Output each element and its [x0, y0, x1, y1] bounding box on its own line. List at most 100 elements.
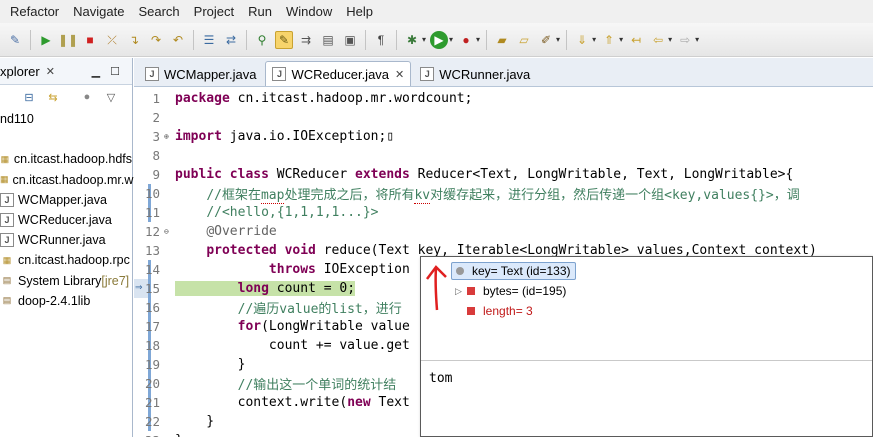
run-icon[interactable]: ▶ — [430, 30, 449, 49]
pilcrow-icon[interactable]: ¶ — [372, 31, 390, 49]
previous-annotation-icon[interactable]: ⇑ — [600, 31, 618, 49]
line-number: 22 — [144, 414, 160, 429]
link-with-editor-icon[interactable]: ⇆ — [46, 90, 60, 104]
menu-item-help[interactable]: Help — [346, 4, 373, 19]
code-line[interactable]: 12 ⊖ @Override — [134, 222, 873, 241]
toggle-view-icon[interactable]: ▣ — [341, 31, 359, 49]
forward-dropdown-icon[interactable]: ▾ — [695, 35, 699, 44]
variable-label: key= Text (id=133) — [472, 264, 571, 278]
code-text: package cn.itcast.hadoop.mr.wordcount; — [175, 91, 473, 106]
external-tools-dropdown-icon[interactable]: ▾ — [476, 35, 480, 44]
popup-detail-pane: tom — [429, 371, 453, 386]
tree-item[interactable] — [0, 129, 132, 149]
close-icon[interactable]: ✕ — [395, 68, 404, 81]
line-number: 21 — [144, 395, 160, 410]
minimize-icon[interactable]: ▁ — [92, 65, 100, 78]
new-package-icon[interactable]: ▰ — [493, 31, 511, 49]
view-menu-icon[interactable]: ● — [80, 90, 94, 104]
external-tools-icon[interactable]: ● — [457, 31, 475, 49]
next-annotation-dropdown-icon[interactable]: ▾ — [592, 35, 596, 44]
disconnect-icon[interactable]: ⤫ — [103, 31, 121, 49]
chevron-down-icon[interactable]: ▽ — [104, 90, 118, 104]
code-line[interactable]: 9 public class WCReducer extends Reducer<… — [134, 165, 873, 184]
step-return-icon[interactable]: ↶ — [169, 31, 187, 49]
debug-step-icon[interactable]: ✎ — [6, 31, 24, 49]
tree-item[interactable]: ▤ doop-2.4.1lib — [0, 291, 132, 311]
package-icon: ▦ — [0, 174, 9, 185]
fold-toggle-icon[interactable]: ⊖ — [164, 227, 173, 236]
tree-item-label: doop-2.4.1lib — [18, 293, 91, 308]
menu-item-window[interactable]: Window — [286, 4, 332, 19]
collapse-all-icon[interactable]: ⊟ — [22, 90, 36, 104]
explorer-tab[interactable]: xplorer ✕ — [0, 64, 55, 79]
editor-tab[interactable]: J WCMapper.java — [138, 61, 263, 86]
code-line[interactable]: 11 //<hello,{1,1,1,1...}> — [134, 203, 873, 222]
menu-item-project[interactable]: Project — [194, 4, 234, 19]
menu-item-search[interactable]: Search — [138, 4, 179, 19]
run-dropdown-icon[interactable]: ▾ — [449, 35, 453, 44]
search-dropdown-icon[interactable]: ▾ — [556, 35, 560, 44]
back-icon[interactable]: ⇦ — [649, 31, 667, 49]
code-line[interactable]: 10 //框架在map处理完成之后，将所有kv对缓存起来，进行分组，然后传递一个… — [134, 184, 873, 204]
menu-item-run[interactable]: Run — [248, 4, 272, 19]
tree-item[interactable]: ▦ cn.itcast.hadoop.rpc — [0, 250, 132, 270]
java-file-icon: J — [145, 67, 159, 81]
menu-item-refactor[interactable]: Refactor — [10, 4, 59, 19]
tree-item[interactable]: J WCReducer.java — [0, 210, 132, 230]
search-tool-icon[interactable]: ✐ — [537, 31, 555, 49]
line-number: 10 — [144, 186, 160, 201]
code-line[interactable]: 2 — [134, 108, 873, 127]
tree-item-label: System Library — [18, 273, 102, 288]
step-over-icon[interactable]: ↷ — [147, 31, 165, 49]
variable-row[interactable]: ▷ bytes= (id=195) — [421, 281, 872, 301]
library-icon: ▤ — [2, 275, 12, 286]
tree-item[interactable]: ▤ System Library [jre7] — [0, 271, 132, 291]
menu-item-navigate[interactable]: Navigate — [73, 4, 124, 19]
debug-icon[interactable]: ✱ — [403, 31, 421, 49]
forward-icon[interactable]: ⇨ — [676, 31, 694, 49]
highlight-icon[interactable]: ✎ — [275, 30, 293, 49]
editor-tab[interactable]: J WCReducer.java ✕ — [265, 61, 412, 86]
explorer-tab-label: xplorer — [0, 63, 40, 79]
suspend-icon[interactable]: ❚❚ — [58, 31, 78, 49]
java-file-icon: J — [0, 192, 14, 207]
toolbar-separator — [30, 29, 31, 50]
fold-toggle-icon[interactable]: ⊕ — [164, 132, 173, 141]
debug-dropdown-icon[interactable]: ▾ — [422, 35, 426, 44]
open-folder-icon[interactable]: ▱ — [515, 31, 533, 49]
maximize-icon[interactable]: ☐ — [110, 65, 120, 78]
tree-item[interactable]: J WCRunner.java — [0, 230, 132, 250]
code-text: throws IOException — [268, 262, 410, 277]
terminate-icon[interactable]: ■ — [81, 31, 99, 49]
code-line[interactable]: 1 package cn.itcast.hadoop.mr.wordcount; — [134, 89, 873, 108]
tree-item-label: WCReducer.java — [18, 213, 112, 228]
previous-annotation-dropdown-icon[interactable]: ▾ — [619, 35, 623, 44]
tree-item[interactable]: J WCMapper.java — [0, 190, 132, 210]
tree-item[interactable]: ▦ cn.itcast.hadoop.hdfs — [0, 149, 132, 169]
variable-row[interactable]: length= 3 — [421, 301, 872, 321]
tree-item[interactable]: nd110 — [0, 109, 132, 129]
drop-to-frame-icon[interactable]: ☰ — [200, 31, 218, 49]
expand-icon[interactable]: ▷ — [455, 286, 467, 297]
explorer-toolbar: ⊟ ⇆ ● ▽ — [0, 85, 132, 109]
last-edit-icon[interactable]: ↤ — [627, 31, 645, 49]
variable-row[interactable]: key= Text (id=133) — [421, 261, 872, 281]
line-number: 3 — [152, 129, 160, 144]
java-file-icon: J — [272, 67, 287, 81]
next-annotation-icon[interactable]: ⇓ — [573, 31, 591, 49]
editor-tab[interactable]: J WCRunner.java — [413, 61, 537, 86]
code-line[interactable]: 8 — [134, 146, 873, 165]
block-selection-icon[interactable]: ▤ — [319, 31, 337, 49]
show-whitespace-icon[interactable]: ⇉ — [297, 31, 315, 49]
resume-icon[interactable]: ▶ — [37, 31, 55, 49]
code-text: import java.io.IOException;▯ — [175, 129, 395, 144]
tree-item[interactable]: ▦ cn.itcast.hadoop.mr.w — [0, 170, 133, 190]
code-text: //<hello,{1,1,1,1...}> — [206, 205, 379, 220]
open-type-icon[interactable]: ⚲ — [253, 31, 271, 49]
step-filters-icon[interactable]: ⇄ — [222, 31, 240, 49]
back-dropdown-icon[interactable]: ▾ — [668, 35, 672, 44]
code-line[interactable]: 3 ⊕ import java.io.IOException;▯ — [134, 127, 873, 146]
close-icon[interactable]: ✕ — [46, 65, 55, 78]
step-into-icon[interactable]: ↴ — [125, 31, 143, 49]
code-text: count += value.get — [175, 338, 410, 353]
